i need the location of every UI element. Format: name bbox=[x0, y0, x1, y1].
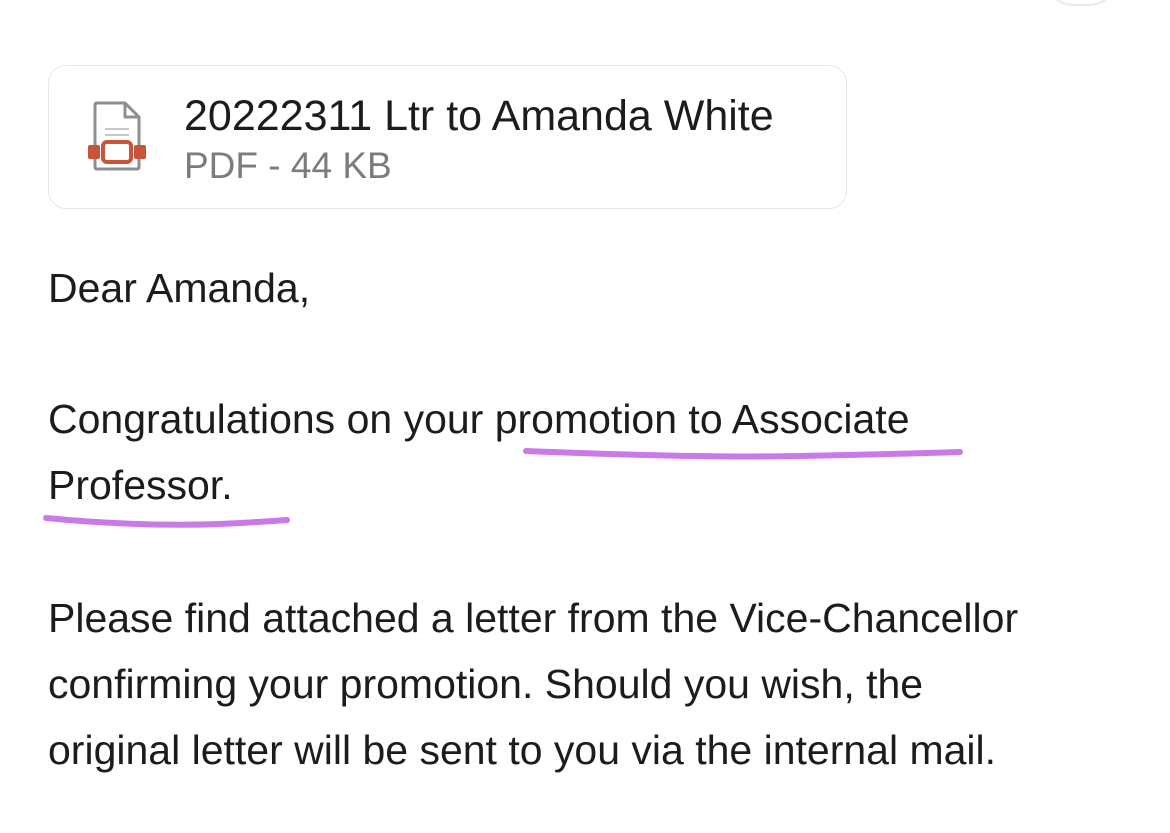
congratulations-paragraph: Congratulations on your promotion to Ass… bbox=[48, 386, 910, 518]
attachment-card[interactable]: 20222311 Ltr to Amanda White PDF - 44 KB bbox=[48, 65, 847, 209]
attachment-note-paragraph: Please find attached a letter from the V… bbox=[48, 585, 1018, 783]
attachment-file-name: 20222311 Ltr to Amanda White bbox=[184, 92, 774, 140]
top-right-control[interactable] bbox=[1042, 0, 1120, 6]
paragraph-line: Congratulations on your promotion to Ass… bbox=[48, 396, 910, 442]
greeting-text: Dear Amanda, bbox=[48, 265, 311, 311]
pdf-file-icon bbox=[88, 101, 146, 171]
highlight-underline bbox=[43, 515, 290, 528]
paragraph-line: confirming your promotion. Should you wi… bbox=[48, 661, 924, 707]
paragraph-line: Please find attached a letter from the V… bbox=[48, 595, 1019, 641]
paragraph-line: original letter will be sent to you via … bbox=[48, 727, 997, 773]
paragraph-line: Professor. bbox=[48, 462, 233, 508]
attachment-file-meta: PDF - 44 KB bbox=[184, 145, 392, 186]
